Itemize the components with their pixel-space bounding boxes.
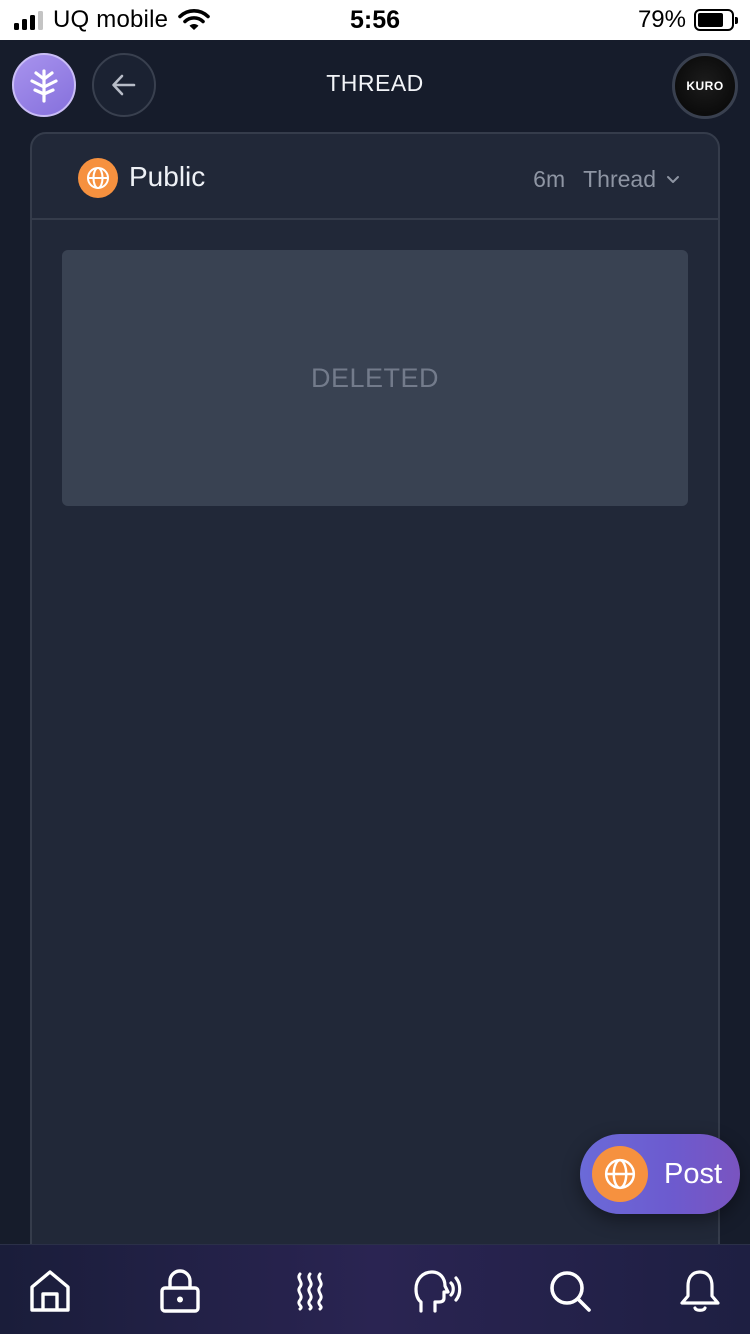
deleted-label: DELETED: [310, 362, 440, 393]
bell-icon: [680, 1270, 720, 1312]
view-mode-dropdown[interactable]: Thread: [583, 166, 680, 193]
thread-card-header: Public 6m Thread: [32, 134, 718, 220]
avatar-text: KURO: [686, 79, 724, 93]
post-button-label: Post: [664, 1157, 723, 1190]
page-title: THREAD: [326, 70, 424, 96]
tab-voice[interactable]: [412, 1265, 464, 1317]
tab-home[interactable]: [24, 1265, 76, 1317]
globe-icon: [592, 1146, 648, 1202]
battery-icon: [694, 9, 738, 31]
heat-waves-icon: [297, 1272, 323, 1311]
globe-icon: [78, 158, 118, 198]
deleted-post-placeholder: DELETED: [62, 250, 688, 506]
user-avatar[interactable]: KURO: [672, 53, 738, 119]
view-mode-label: Thread: [583, 166, 656, 192]
search-icon: [550, 1271, 591, 1312]
post-age: 6m: [533, 166, 566, 192]
tab-notifications[interactable]: [674, 1265, 726, 1317]
tab-search[interactable]: [544, 1265, 596, 1317]
tab-private[interactable]: [154, 1265, 206, 1317]
status-bar: UQ mobile 5:56 79%: [0, 0, 750, 40]
lock-icon: [160, 1269, 200, 1313]
app-header: THREAD KURO: [0, 40, 750, 132]
post-button[interactable]: Post: [580, 1134, 740, 1214]
tab-hot[interactable]: [284, 1265, 336, 1317]
home-icon: [30, 1270, 70, 1312]
chevron-down-icon: [667, 175, 679, 183]
battery-percentage: 79%: [637, 6, 686, 33]
speaking-head-icon: [414, 1270, 462, 1313]
visibility-label: Public: [129, 161, 206, 192]
bottom-tab-bar: [0, 1244, 750, 1334]
